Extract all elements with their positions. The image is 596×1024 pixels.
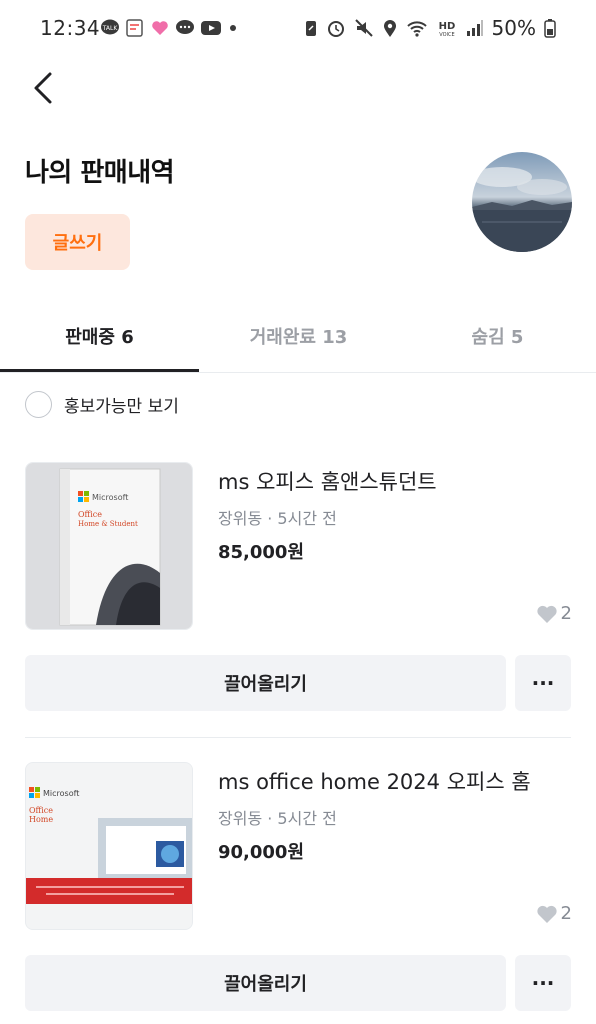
- like-count-value: 2: [560, 603, 572, 624]
- item-meta: 장위동 · 5시간 전: [218, 809, 337, 828]
- heart-icon: [152, 21, 168, 35]
- like-count: 2: [536, 903, 572, 924]
- dot-icon: [230, 25, 236, 31]
- location-icon: [383, 20, 396, 37]
- promotable-filter[interactable]: 홍보가능만 보기: [25, 391, 179, 418]
- svg-text:HD: HD: [438, 21, 455, 32]
- item-title[interactable]: ms office home 2024 오피스 홈: [218, 766, 531, 796]
- notification-icons: TALK: [100, 18, 239, 38]
- mute-icon: [354, 19, 373, 37]
- active-tab-indicator: [0, 369, 199, 372]
- tab-bar: 판매중 6 거래완료 13 숨김 5: [0, 300, 596, 373]
- svg-text:Office: Office: [29, 806, 53, 815]
- avatar-landscape-image: [472, 152, 572, 252]
- signal-icon: [466, 20, 483, 36]
- bump-button[interactable]: 끌어올리기: [25, 955, 506, 1011]
- item-meta: 장위동 · 5시간 전: [218, 509, 337, 528]
- battery-percent: 50%: [491, 16, 536, 40]
- item-price: 85,000원: [218, 542, 305, 563]
- youtube-icon: [201, 21, 221, 35]
- status-time: 12:34: [40, 16, 101, 40]
- chevron-left-icon: [34, 72, 52, 104]
- office-box-image: Microsoft Office Home: [26, 763, 192, 929]
- svg-text:TALK: TALK: [102, 25, 119, 32]
- tab-selling[interactable]: 판매중 6: [0, 300, 199, 372]
- message-icon: [176, 20, 194, 34]
- battery-icon: [544, 19, 556, 38]
- item-title[interactable]: ms 오피스 홈앤스튜던트: [218, 466, 437, 496]
- tab-completed[interactable]: 거래완료 13: [199, 300, 398, 372]
- bump-button[interactable]: 끌어올리기: [25, 655, 506, 711]
- office-box-image: Microsoft Office Home & Student: [26, 463, 192, 629]
- wifi-icon: [406, 21, 427, 37]
- filter-radio[interactable]: [25, 391, 52, 418]
- heart-icon: [536, 605, 557, 623]
- heart-icon: [536, 905, 557, 923]
- more-options-button[interactable]: ···: [515, 655, 571, 711]
- tab-hidden[interactable]: 숨김 5: [398, 300, 596, 372]
- system-icons: HD VOICE 50%: [304, 16, 556, 40]
- write-button[interactable]: 글쓰기: [25, 214, 130, 270]
- page-title: 나의 판매내역: [25, 158, 175, 188]
- more-options-button[interactable]: ···: [515, 955, 571, 1011]
- like-count: 2: [536, 603, 572, 624]
- svg-text:Microsoft: Microsoft: [92, 493, 128, 502]
- item-thumbnail[interactable]: Microsoft Office Home: [25, 762, 193, 930]
- talk-icon: TALK: [101, 19, 119, 35]
- like-count-value: 2: [560, 903, 572, 924]
- svg-text:Home: Home: [29, 815, 53, 824]
- svg-text:VOICE: VOICE: [439, 32, 454, 38]
- item-thumbnail[interactable]: Microsoft Office Home & Student: [25, 462, 193, 630]
- hd-voice-icon: HDVOICE: [438, 21, 455, 38]
- divider: [25, 737, 571, 738]
- avatar[interactable]: [472, 152, 572, 252]
- svg-text:Microsoft: Microsoft: [43, 789, 79, 798]
- filter-label: 홍보가능만 보기: [64, 397, 179, 417]
- back-button[interactable]: [26, 68, 62, 108]
- status-bar: 12:34 TALK HD VOICE 50%: [0, 0, 596, 56]
- battery-saver-icon: [305, 21, 316, 36]
- note-icon: [126, 19, 143, 37]
- alarm-icon: [327, 21, 344, 37]
- svg-text:Office: Office: [78, 510, 102, 519]
- item-price: 90,000원: [218, 842, 305, 863]
- svg-text:Home & Student: Home & Student: [78, 520, 138, 528]
